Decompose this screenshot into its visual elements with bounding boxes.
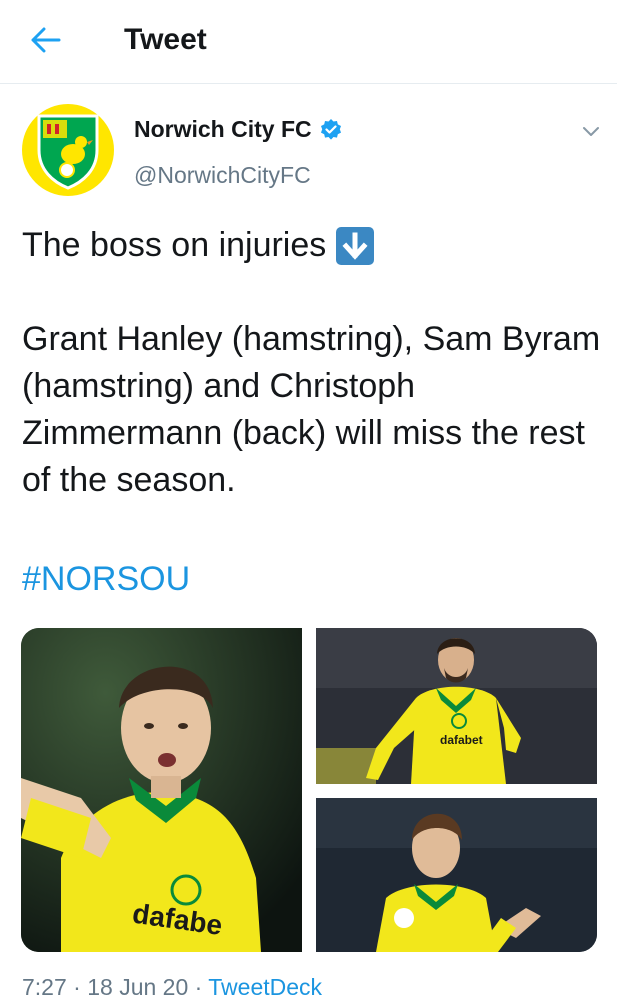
top-bar: Tweet <box>0 0 617 84</box>
chevron-down-icon[interactable] <box>580 120 602 142</box>
tweet-time: 7:27 <box>22 974 67 1000</box>
avatar[interactable] <box>22 104 114 196</box>
tweet-date: 18 Jun 20 <box>87 974 189 1000</box>
tweet-intro: The boss on injuries <box>22 226 327 264</box>
tweet-source-link[interactable]: TweetDeck <box>208 974 322 1000</box>
tweet-body: Grant Hanley (hamstring), Sam Byram (ham… <box>22 320 601 499</box>
page-title: Tweet <box>124 23 207 56</box>
shirt-sponsor-text: dafabet <box>440 733 483 747</box>
tweet-text: The boss on injuries Grant Hanley (hamst… <box>22 222 602 504</box>
author-handle[interactable]: @NorwichCityFC <box>134 162 311 189</box>
photo-player-running[interactable]: dafabet <box>316 628 597 784</box>
hashtag-link[interactable]: #NORSOU <box>22 556 190 603</box>
down-arrow-emoji-icon <box>336 226 375 265</box>
tweet-meta: 7:27 · 18 Jun 20 · TweetDeck <box>22 974 322 1001</box>
photo-player-clapping[interactable] <box>316 798 597 952</box>
arrow-left-icon <box>31 27 61 53</box>
club-crest-icon <box>37 114 99 190</box>
media-grid: dafabe dafabet <box>21 628 597 952</box>
meta-separator: · <box>66 974 88 1000</box>
meta-separator: · <box>188 974 209 1000</box>
verified-badge-icon <box>320 118 341 140</box>
photo-player-pointing[interactable]: dafabe <box>21 628 302 952</box>
author-name[interactable]: Norwich City FC <box>134 116 312 143</box>
tweet-author: Norwich City FC @NorwichCityFC <box>22 104 602 200</box>
back-button[interactable] <box>24 20 68 60</box>
